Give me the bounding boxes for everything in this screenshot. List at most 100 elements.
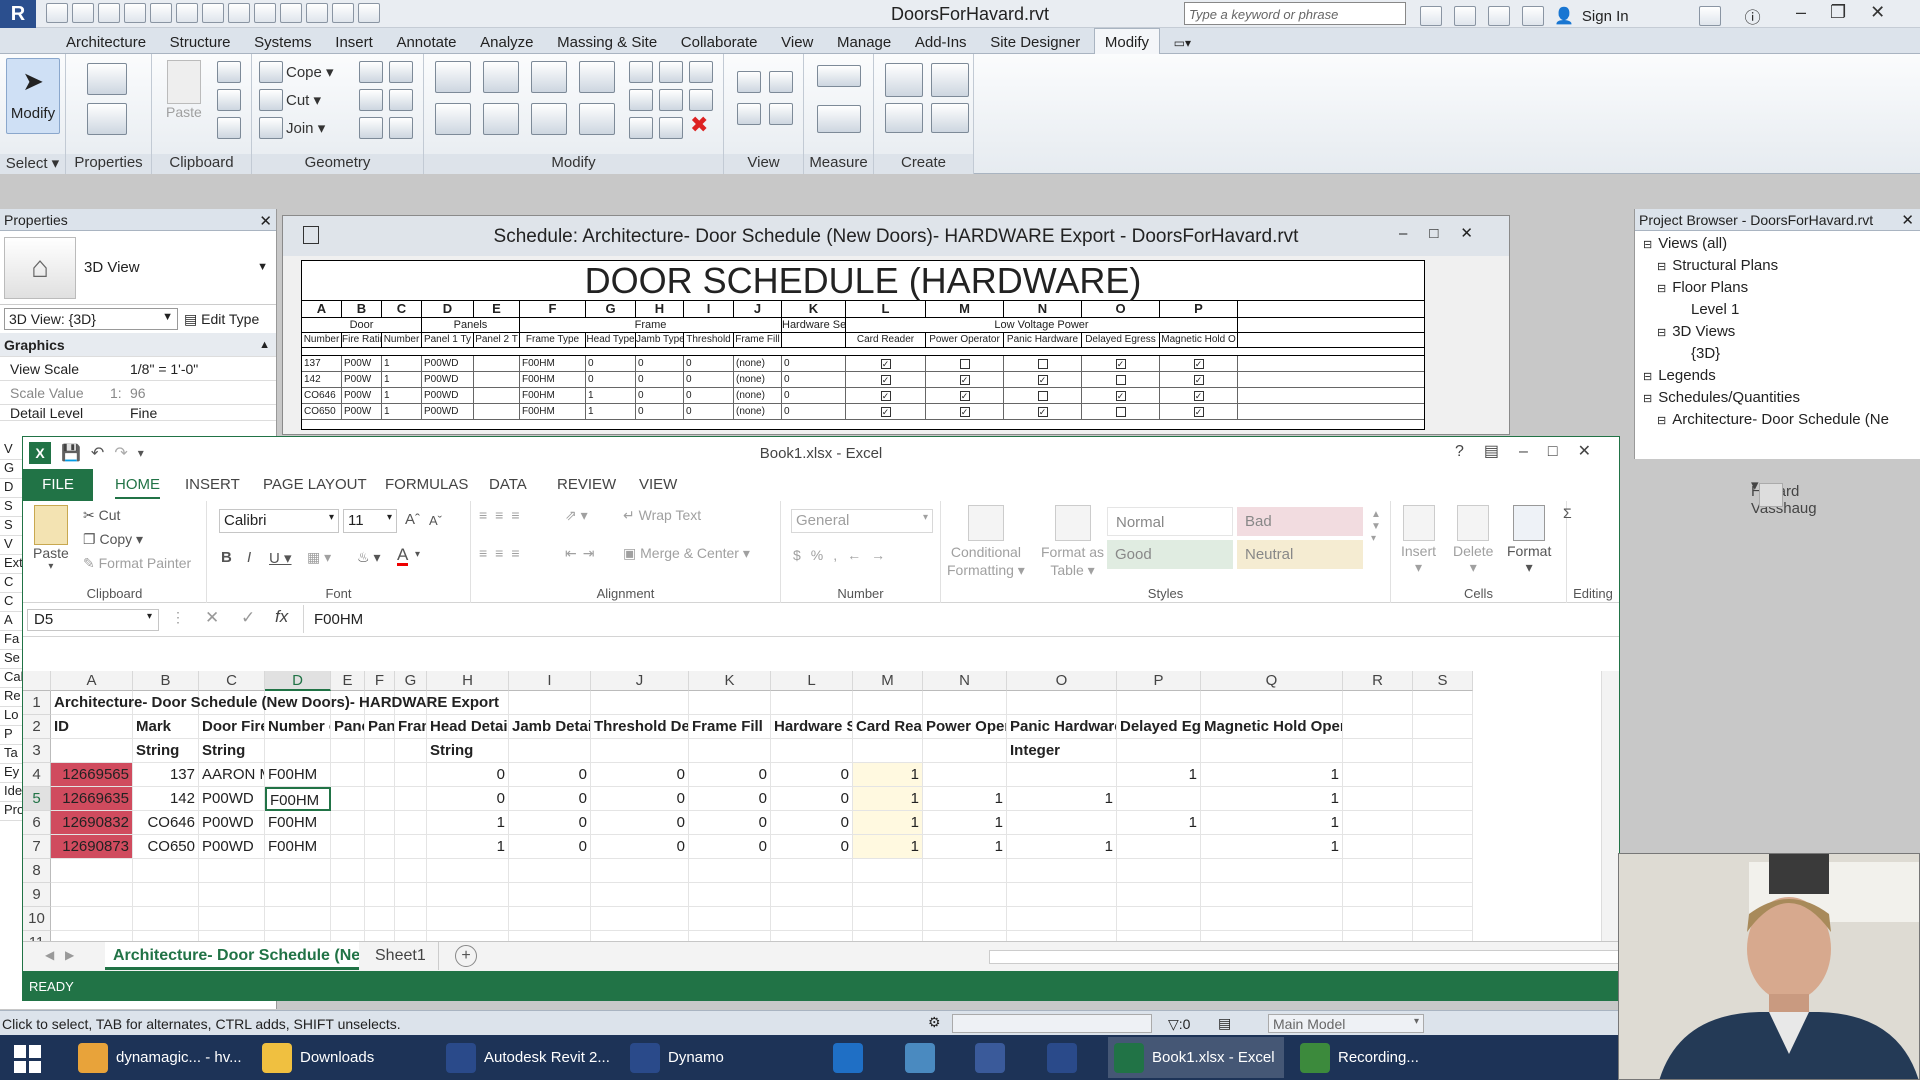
grid-cell[interactable] xyxy=(771,691,853,715)
grid-cell[interactable] xyxy=(1201,691,1343,715)
revit-app-icon[interactable]: R xyxy=(0,0,36,28)
schedule-row[interactable]: 137 P00W 1 P00WD F00HM 0 0 0 (none) 0 ✓ ✓ ✓ xyxy=(302,356,1424,372)
grid-cell[interactable] xyxy=(427,907,509,931)
override-icon[interactable] xyxy=(737,103,761,125)
grid-cell[interactable] xyxy=(199,931,265,941)
data-cell[interactable] xyxy=(365,763,395,787)
merge-center-button[interactable]: ▣ Merge & Center ▾ xyxy=(623,545,750,562)
fill-color-icon[interactable]: ♨ ▾ xyxy=(357,549,380,566)
grid-cell[interactable] xyxy=(853,739,923,763)
properties-row-stub[interactable]: Cal xyxy=(0,669,24,688)
schedule-cell[interactable]: ✓ xyxy=(1160,404,1238,419)
data-cell[interactable]: 0 xyxy=(771,763,853,787)
close-icon[interactable]: ✕ xyxy=(1870,2,1909,22)
grid-cell[interactable] xyxy=(771,883,853,907)
data-cell[interactable]: 1 xyxy=(1201,835,1343,859)
grid-cell[interactable] xyxy=(771,739,853,763)
grid-cell[interactable] xyxy=(331,739,365,763)
properties-row-stub[interactable]: Re xyxy=(0,688,22,707)
taskbar-item[interactable] xyxy=(888,1037,952,1078)
trim-multiple-icon[interactable] xyxy=(659,117,683,139)
cope-button[interactable]: Cope ▾ xyxy=(256,58,334,86)
editing-requests-icon[interactable]: ▤ xyxy=(1218,1015,1231,1032)
insert-cells-button[interactable]: Insert ▾ xyxy=(1401,505,1436,576)
tab-collaborate[interactable]: Collaborate xyxy=(671,29,768,55)
grid-cell[interactable] xyxy=(1007,859,1117,883)
view-filter-dropdown[interactable]: 3D View: {3D} ▼ xyxy=(4,308,178,330)
sheet-tab-door-schedule[interactable]: Architecture- Door Schedule (Ne xyxy=(105,942,359,970)
expander-icon[interactable]: ⊟ xyxy=(1657,283,1666,295)
data-cell[interactable] xyxy=(395,763,427,787)
column-header-m[interactable]: M xyxy=(853,671,923,691)
grid-cell[interactable] xyxy=(133,931,199,941)
properties-row-stub[interactable]: Ide xyxy=(0,783,22,802)
row-header-1[interactable]: 1 xyxy=(23,691,51,715)
data-cell[interactable]: 0 xyxy=(591,835,689,859)
properties-row-stub[interactable]: C xyxy=(0,574,22,593)
browser-item[interactable]: {3D} xyxy=(1639,343,1916,365)
close-browser-icon[interactable]: ✕ xyxy=(1901,211,1914,229)
row-header-8[interactable]: 8 xyxy=(23,859,51,883)
checkbox-icon[interactable]: ✓ xyxy=(880,375,891,385)
taskbar-item[interactable]: Book1.xlsx - Excel xyxy=(1108,1037,1284,1078)
checkbox-icon[interactable]: ✓ xyxy=(959,407,970,417)
data-cell[interactable]: 1 xyxy=(1201,811,1343,835)
grid-cell[interactable] xyxy=(853,931,923,941)
grid-cell[interactable] xyxy=(853,907,923,931)
grid-cell[interactable] xyxy=(365,907,395,931)
vertical-align-icons[interactable]: ≡≡≡ xyxy=(479,507,528,523)
properties-row-stub[interactable]: P xyxy=(0,726,22,745)
grid-cell[interactable] xyxy=(1007,691,1117,715)
grid-cell[interactable] xyxy=(1201,859,1343,883)
section-icon[interactable] xyxy=(280,3,302,23)
array-icon[interactable] xyxy=(629,89,653,111)
grid-cell[interactable] xyxy=(1201,739,1343,763)
trim-icon[interactable] xyxy=(579,103,615,135)
schedule-cell[interactable]: ✓ xyxy=(1160,356,1238,371)
grid-cell[interactable] xyxy=(1413,907,1473,931)
data-cell[interactable] xyxy=(331,835,365,859)
checkbox-icon[interactable] xyxy=(1037,391,1048,401)
schedule-cell[interactable]: ✓ xyxy=(1160,388,1238,403)
cut-profile-icon[interactable] xyxy=(359,117,383,139)
type-cell[interactable]: String xyxy=(133,739,199,763)
type-cell[interactable]: String xyxy=(199,739,265,763)
checkbox-icon[interactable] xyxy=(1115,375,1126,385)
properties-row-stub[interactable]: Fa xyxy=(0,631,22,650)
expander-icon[interactable]: ⊟ xyxy=(1643,371,1652,383)
schedule-cell[interactable] xyxy=(1082,372,1160,387)
header-cell[interactable]: Pane xyxy=(331,715,365,739)
data-cell[interactable]: 0 xyxy=(427,763,509,787)
data-cell[interactable]: 1 xyxy=(1007,787,1117,811)
tab-analyze[interactable]: Analyze xyxy=(470,29,543,55)
taskbar-item[interactable]: dynamagic... - hv... xyxy=(72,1037,248,1078)
header-cell[interactable]: ID xyxy=(51,715,133,739)
formula-input[interactable]: F00HM xyxy=(303,605,1595,633)
grid-cell[interactable] xyxy=(1343,811,1413,835)
grid-cell[interactable] xyxy=(1343,907,1413,931)
cut-icon[interactable] xyxy=(217,61,241,83)
grid-cell[interactable] xyxy=(1117,691,1201,715)
data-cell[interactable]: 0 xyxy=(427,787,509,811)
horizontal-align-icons[interactable]: ≡≡≡ xyxy=(479,545,528,561)
column-header-i[interactable]: I xyxy=(509,671,591,691)
data-cell[interactable]: 142 xyxy=(133,787,199,811)
tab-view[interactable]: View xyxy=(771,29,823,55)
type-selector[interactable]: ⌂ 3D View ▼ xyxy=(0,231,276,305)
header-cell[interactable]: Jamb Detail xyxy=(509,715,591,739)
browser-item[interactable]: ⊟ Schedules/Quantities xyxy=(1639,387,1916,409)
column-header-g[interactable]: G xyxy=(395,671,427,691)
data-cell[interactable]: P00WD xyxy=(199,835,265,859)
join-button[interactable]: Join ▾ xyxy=(256,114,325,142)
row-header-9[interactable]: 9 xyxy=(23,883,51,907)
schedule-cell[interactable]: ✓ xyxy=(926,372,1004,387)
checkbox-icon[interactable]: ✓ xyxy=(1193,391,1204,401)
properties-row-stub[interactable]: S xyxy=(0,498,22,517)
grid-cell[interactable] xyxy=(133,907,199,931)
data-cell[interactable] xyxy=(1117,787,1201,811)
schedule-cell[interactable] xyxy=(926,356,1004,371)
schedule-row[interactable]: CO650 P00W 1 P00WD F00HM 1 0 0 (none) 0 ✓ ✓ ✓ ✓ xyxy=(302,404,1424,420)
header-cell[interactable]: Delayed Egress xyxy=(1117,715,1201,739)
sheet-tab-sheet1[interactable]: Sheet1 xyxy=(363,942,439,970)
schedule-cell[interactable]: ✓ xyxy=(1004,404,1082,419)
